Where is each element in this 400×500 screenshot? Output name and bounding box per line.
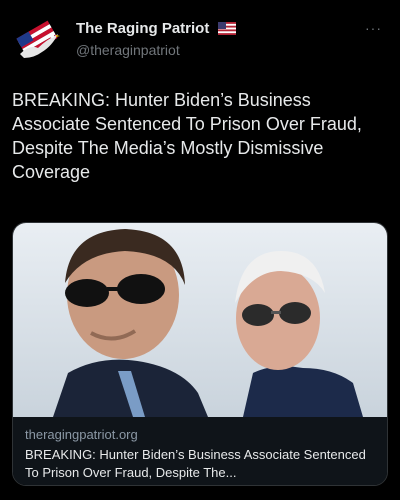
link-card-domain: theragingpatriot.org xyxy=(25,427,138,442)
us-flag-icon xyxy=(217,22,236,39)
news-photo[interactable] xyxy=(13,223,387,417)
display-name[interactable]: The Raging Patriot xyxy=(76,20,209,37)
display-name-row[interactable]: The Raging Patriot xyxy=(76,20,236,39)
more-options-button[interactable]: ··· xyxy=(365,20,382,36)
account-handle[interactable]: @theraginpatriot xyxy=(76,42,180,58)
tweet-header: The Raging Patriot @theraginpatriot ··· xyxy=(12,14,388,66)
tweet-text: BREAKING: Hunter Biden’s Business Associ… xyxy=(12,90,362,182)
link-card-footer[interactable]: theragingpatriot.org BREAKING: Hunter Bi… xyxy=(13,417,387,485)
link-card-title: BREAKING: Hunter Biden’s Business Associ… xyxy=(25,447,366,480)
link-card[interactable]: theragingpatriot.org BREAKING: Hunter Bi… xyxy=(12,222,388,486)
eagle-flag-logo-icon[interactable] xyxy=(12,14,64,66)
